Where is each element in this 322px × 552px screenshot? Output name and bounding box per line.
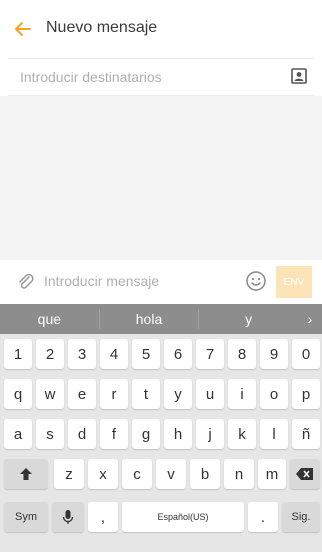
key-f[interactable]: f <box>100 419 128 449</box>
key-d[interactable]: d <box>68 419 96 449</box>
attach-icon[interactable] <box>16 272 36 292</box>
key-w[interactable]: w <box>36 379 64 409</box>
suggestion-bar: que hola y › <box>0 304 322 334</box>
key-v[interactable]: v <box>156 459 186 489</box>
suggestion-item[interactable]: hola <box>100 309 200 329</box>
key-8[interactable]: 8 <box>228 339 256 369</box>
key-y[interactable]: y <box>164 379 192 409</box>
app-header: Nuevo mensaje <box>0 0 322 58</box>
page-title: Nuevo mensaje <box>46 19 158 36</box>
recipient-placeholder: Introducir destinatarios <box>20 69 162 85</box>
chevron-right-icon[interactable]: › <box>298 311 322 327</box>
recipient-field[interactable]: Introducir destinatarios <box>8 58 314 96</box>
voice-input-key[interactable] <box>52 502 84 532</box>
key-2[interactable]: 2 <box>36 339 64 369</box>
key-o[interactable]: o <box>260 379 288 409</box>
key-9[interactable]: 9 <box>260 339 288 369</box>
key-g[interactable]: g <box>132 419 160 449</box>
key-p[interactable]: p <box>292 379 320 409</box>
key-j[interactable]: j <box>196 419 224 449</box>
key-4[interactable]: 4 <box>100 339 128 369</box>
keyboard-row-a: a s d f g h j k l ñ <box>0 419 322 456</box>
keyboard-row-q: q w e r t y u i o p <box>0 379 322 416</box>
key-3[interactable]: 3 <box>68 339 96 369</box>
keyboard: 1 2 3 4 5 6 7 8 9 0 q w e r t y u i o p … <box>0 334 322 552</box>
period-key[interactable]: . <box>248 502 278 532</box>
key-i[interactable]: i <box>228 379 256 409</box>
key-h[interactable]: h <box>164 419 192 449</box>
key-n[interactable]: n <box>224 459 254 489</box>
key-a[interactable]: a <box>4 419 32 449</box>
key-x[interactable]: x <box>88 459 118 489</box>
key-5[interactable]: 5 <box>132 339 160 369</box>
key-l[interactable]: l <box>260 419 288 449</box>
shift-icon <box>20 468 32 480</box>
key-r[interactable]: r <box>100 379 128 409</box>
message-input[interactable]: Introducir mensaje <box>44 273 159 289</box>
keyboard-row-z: z x c v b n m <box>0 459 322 496</box>
comma-key[interactable]: , <box>88 502 118 532</box>
compose-bar: Introducir mensaje ENV <box>0 260 322 304</box>
key-k[interactable]: k <box>228 419 256 449</box>
key-q[interactable]: q <box>4 379 32 409</box>
keyboard-row-bottom: Sym , Español(US) . Sig. <box>0 502 322 539</box>
microphone-icon <box>62 510 74 524</box>
key-s[interactable]: s <box>36 419 64 449</box>
key-1[interactable]: 1 <box>4 339 32 369</box>
shift-key[interactable] <box>4 459 48 489</box>
key-z[interactable]: z <box>54 459 84 489</box>
keyboard-row-numbers: 1 2 3 4 5 6 7 8 9 0 <box>0 339 322 376</box>
key-c[interactable]: c <box>122 459 152 489</box>
backspace-key[interactable] <box>290 459 320 489</box>
next-key[interactable]: Sig. <box>282 502 320 532</box>
key-t[interactable]: t <box>132 379 160 409</box>
suggestion-item[interactable]: que <box>0 309 100 329</box>
key-m[interactable]: m <box>258 459 286 489</box>
emoji-icon[interactable] <box>245 270 267 292</box>
key-0[interactable]: 0 <box>292 339 320 369</box>
sym-key[interactable]: Sym <box>4 502 48 532</box>
key-b[interactable]: b <box>190 459 220 489</box>
suggestion-item[interactable]: y <box>199 309 298 329</box>
key-e[interactable]: e <box>68 379 96 409</box>
message-area <box>0 96 322 260</box>
contact-icon[interactable] <box>290 67 308 85</box>
key-6[interactable]: 6 <box>164 339 192 369</box>
back-arrow-icon[interactable] <box>14 20 32 38</box>
key-n-tilde[interactable]: ñ <box>292 419 320 449</box>
backspace-icon <box>296 468 313 480</box>
send-button[interactable]: ENV <box>276 266 312 298</box>
key-u[interactable]: u <box>196 379 224 409</box>
space-key[interactable]: Español(US) <box>122 502 244 532</box>
key-7[interactable]: 7 <box>196 339 224 369</box>
